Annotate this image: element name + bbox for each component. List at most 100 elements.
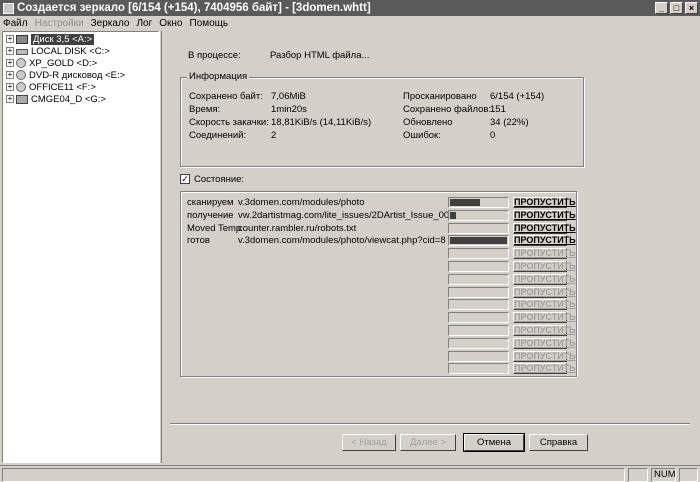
menu-mirror[interactable]: Зеркало [91, 18, 130, 29]
cancel-button[interactable]: Отмена [463, 433, 525, 452]
info-label: Сохранено файлов: [403, 104, 492, 115]
status-pane [679, 468, 698, 482]
skip-button[interactable]: ПРОПУСТИТЬ [513, 312, 576, 324]
expand-icon[interactable]: + [6, 35, 14, 43]
state-label: Состояние: [194, 174, 245, 185]
skip-button[interactable]: ПРОПУСТИТЬ [513, 363, 576, 375]
log-url: counter.rambler.ru/robots.txt [238, 222, 357, 234]
log-row [187, 338, 237, 350]
status-bar: NUM [0, 465, 700, 482]
help-button[interactable]: Справка [529, 434, 588, 451]
next-button[interactable]: Далее > [400, 434, 456, 451]
log-row [187, 287, 237, 299]
menu-settings[interactable]: Настройки [35, 18, 84, 29]
skip-button[interactable]: ПРОПУСТИТЬ [513, 325, 576, 336]
skip-button[interactable]: ПРОПУСТИТЬ [513, 286, 576, 298]
skip-button[interactable]: ПРОПУСТИТЬ [513, 248, 576, 260]
log-row [187, 312, 237, 324]
connections-group: сканируем v.3domen.com/modules/photo ПРОПУ… [180, 191, 577, 377]
progress-bar [448, 222, 509, 234]
info-value: 0 [490, 130, 496, 141]
info-value: 7,06MiB [271, 91, 306, 102]
tree-item-label: XP_GOLD <D:> [29, 57, 98, 69]
log-row [187, 261, 237, 273]
info-label: Время: [189, 104, 221, 115]
log-row: готов v.3domen.com/modules/photo/viewcat.… [187, 235, 446, 247]
log-row: Moved Temp counter.rambler.ru/robots.txt [187, 222, 356, 235]
progress-bar [448, 261, 509, 272]
skip-button[interactable]: ПРОПУСТИТЬ [513, 261, 576, 272]
expand-icon[interactable]: + [6, 47, 14, 55]
tree-item-label: OFFICE11 <F:> [29, 81, 96, 93]
skip-button[interactable]: ПРОПУСТИТЬ [513, 197, 576, 208]
info-value: 6/154 (+154) [490, 91, 545, 102]
progress-bar [448, 350, 509, 362]
hdd-icon [16, 49, 28, 55]
tree-item-label: CMGE04_D <G:> [31, 93, 106, 105]
menu-log[interactable]: Лог [136, 18, 152, 29]
status-message-pane [2, 468, 625, 482]
expand-icon[interactable]: + [6, 59, 14, 67]
floppy-icon [16, 34, 28, 44]
info-group-title: Информация [187, 71, 250, 82]
menu-bar: Файл Настройки Зеркало Лог Окно Помощь [0, 16, 700, 30]
progress-bar [448, 312, 509, 324]
expand-icon[interactable]: + [6, 83, 14, 91]
log-row [187, 299, 237, 311]
log-url: v.3domen.com/modules/photo [238, 197, 365, 208]
skip-button[interactable]: ПРОПУСТИТЬ [513, 273, 576, 285]
expand-icon[interactable]: + [6, 71, 14, 79]
tree-item-f[interactable]: + OFFICE11 <F:> [6, 81, 96, 93]
info-value: 1min20s [271, 104, 307, 115]
log-url: v.3domen.com/modules/photo/viewcat.php?c… [238, 235, 446, 247]
log-status: готов [187, 235, 210, 247]
skip-button[interactable]: ПРОПУСТИТЬ [513, 299, 576, 311]
minimize-button[interactable]: _ [655, 2, 668, 14]
skip-button[interactable]: ПРОПУСТИТЬ [513, 222, 576, 234]
info-label: Обновлено [403, 117, 453, 128]
tree-item-e[interactable]: + DVD-R дисковод <E:> [6, 69, 125, 81]
skip-button[interactable]: ПРОПУСТИТЬ [513, 337, 576, 349]
log-status: получение [187, 209, 234, 221]
skip-button[interactable]: ПРОПУСТИТЬ [513, 209, 576, 221]
progress-fill [450, 199, 480, 206]
num-lock-indicator: NUM [651, 468, 676, 482]
skip-button[interactable]: ПРОПУСТИТЬ [513, 235, 576, 247]
mirror-progress-panel: В процессе: Разбор HTML файла... Информа… [162, 31, 698, 463]
cd-icon [16, 70, 26, 80]
log-row [187, 274, 237, 286]
state-checkbox[interactable]: ✓ [180, 174, 190, 184]
progress-bar [448, 337, 509, 349]
progress-bar [448, 248, 509, 260]
progress-bar [448, 273, 509, 285]
info-label: Ошибок: [403, 130, 441, 141]
app-icon [3, 2, 14, 14]
log-status: сканируем [187, 197, 234, 208]
skip-button[interactable]: ПРОПУСТИТЬ [513, 350, 576, 362]
back-button[interactable]: < Назад [342, 434, 396, 451]
tree-item-g[interactable]: + CMGE04_D <G:> [6, 93, 106, 105]
menu-help[interactable]: Помощь [190, 18, 229, 29]
tree-item-a[interactable]: + Диск 3,5 <A:> [6, 33, 95, 45]
log-url: vw.2dartistmag.com/lite_issues/2DArtist_… [238, 209, 448, 221]
log-row [187, 325, 237, 337]
progress-bar [448, 363, 509, 375]
info-label: Сохранено байт: [189, 91, 263, 102]
expand-icon[interactable]: + [6, 95, 14, 103]
status-pane [628, 468, 648, 482]
process-value: Разбор HTML файла... [270, 50, 370, 61]
log-row [187, 248, 237, 260]
menu-window[interactable]: Окно [159, 18, 182, 29]
progress-bar [448, 197, 509, 208]
tree-item-c[interactable]: + LOCAL DISK <C:> [6, 45, 110, 57]
tree-item-d[interactable]: + XP_GOLD <D:> [6, 57, 97, 69]
maximize-button[interactable]: □ [670, 2, 683, 14]
log-row: получение vw.2dartistmag.com/lite_issues/… [187, 209, 448, 222]
menu-file[interactable]: Файл [3, 18, 28, 29]
close-button[interactable]: × [685, 2, 698, 14]
log-status: Moved Temp [187, 222, 242, 234]
window-title: Создается зеркало [6/154 (+154), 7404956… [17, 2, 371, 14]
progress-bar [448, 286, 509, 298]
cd-icon [16, 82, 26, 92]
info-value: 2 [271, 130, 277, 141]
